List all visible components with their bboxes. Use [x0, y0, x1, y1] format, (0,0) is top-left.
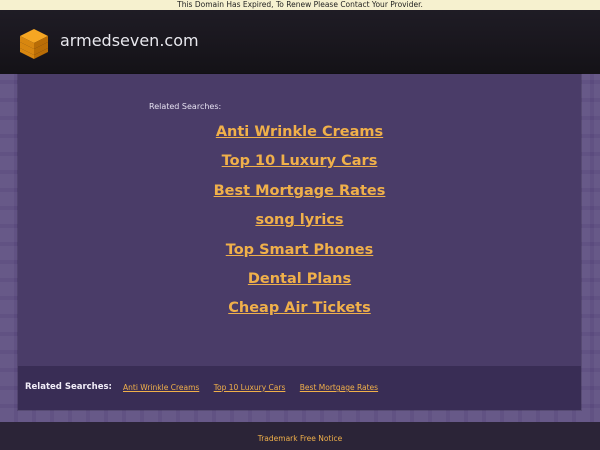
related-searches-list: Anti Wrinkle Creams Top 10 Luxury Cars B… — [18, 120, 581, 326]
bottom-related-links: Anti Wrinkle Creams Top 10 Luxury Cars B… — [123, 383, 390, 392]
related-link-song-lyrics[interactable]: song lyrics — [18, 208, 581, 237]
stacked-layers-logo-icon — [20, 29, 48, 59]
bottom-link-anti-wrinkle-creams[interactable]: Anti Wrinkle Creams — [123, 383, 199, 392]
related-searches-label: Related Searches: — [149, 102, 222, 111]
site-header: armedseven.com — [0, 10, 600, 76]
page-footer: Trademark Free Notice — [0, 422, 600, 450]
bottom-link-top-10-luxury-cars[interactable]: Top 10 Luxury Cars — [214, 383, 286, 392]
related-link-dental-plans[interactable]: Dental Plans — [18, 267, 581, 296]
related-link-anti-wrinkle-creams[interactable]: Anti Wrinkle Creams — [18, 120, 581, 149]
related-link-cheap-air-tickets[interactable]: Cheap Air Tickets — [18, 296, 581, 325]
bottom-related-bar: Related Searches: Anti Wrinkle Creams To… — [18, 366, 581, 410]
trademark-notice-link[interactable]: Trademark Free Notice — [0, 434, 600, 443]
related-link-best-mortgage-rates[interactable]: Best Mortgage Rates — [18, 179, 581, 208]
related-link-top-10-luxury-cars[interactable]: Top 10 Luxury Cars — [18, 149, 581, 178]
bottom-link-best-mortgage-rates[interactable]: Best Mortgage Rates — [300, 383, 378, 392]
site-name[interactable]: armedseven.com — [60, 31, 199, 51]
bottom-related-label: Related Searches: — [25, 382, 112, 392]
related-link-top-smart-phones[interactable]: Top Smart Phones — [18, 238, 581, 267]
